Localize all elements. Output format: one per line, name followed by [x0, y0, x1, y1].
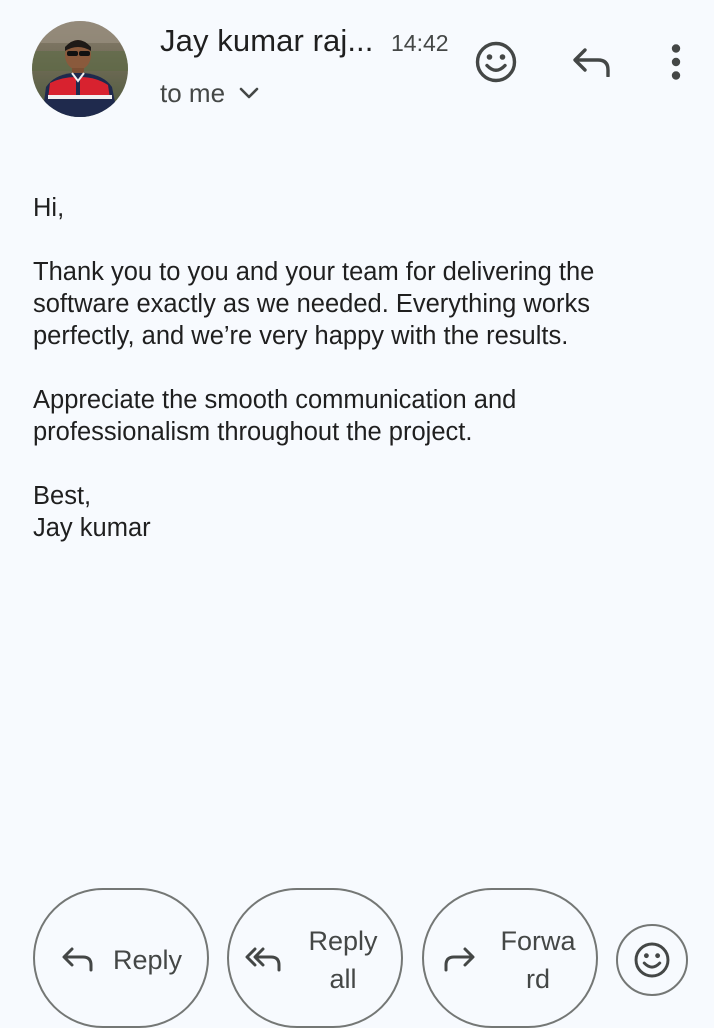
sender-avatar[interactable]	[32, 21, 128, 117]
sender-name[interactable]: Jay kumar raj...	[160, 22, 373, 60]
chevron-down-icon	[239, 86, 259, 100]
react-action-button[interactable]	[616, 924, 688, 996]
more-vert-icon	[671, 44, 681, 80]
add-reaction-icon	[475, 41, 517, 83]
greeting: Hi,	[33, 194, 65, 222]
reply-all-action-button[interactable]: Reply all	[227, 888, 403, 1028]
message-body: Hi, Thank you to you and your team for d…	[33, 192, 673, 544]
forward-action-label: Forwa rd	[500, 926, 576, 994]
recipient-details-toggle[interactable]: to me	[160, 74, 259, 112]
reply-icon	[61, 945, 95, 973]
reply-button[interactable]	[566, 36, 618, 88]
reply-all-icon	[245, 945, 285, 973]
reply-action-label: Reply	[113, 945, 183, 975]
reply-all-action-label: Reply all	[308, 926, 378, 994]
reply-action-button[interactable]: Reply	[33, 888, 209, 1028]
forward-icon	[442, 945, 476, 973]
add-reaction-button[interactable]	[470, 36, 522, 88]
more-options-button[interactable]	[656, 36, 696, 88]
signoff: Best,	[33, 482, 92, 510]
add-reaction-icon	[634, 942, 670, 978]
message-time: 14:42	[391, 30, 449, 56]
message-header: Jay kumar raj... 14:42 to me	[0, 0, 714, 140]
forward-action-button[interactable]: Forwa rd	[422, 888, 598, 1028]
signature: Jay kumar	[33, 514, 151, 542]
message-actions-bar: Reply Reply all Forwa rd	[0, 888, 714, 1028]
body-paragraph: Thank you to you and your team for deliv…	[33, 258, 595, 350]
reply-icon	[573, 48, 610, 77]
body-paragraph: Appreciate the smooth communication and …	[33, 386, 517, 446]
recipient-label: to me	[160, 77, 226, 108]
